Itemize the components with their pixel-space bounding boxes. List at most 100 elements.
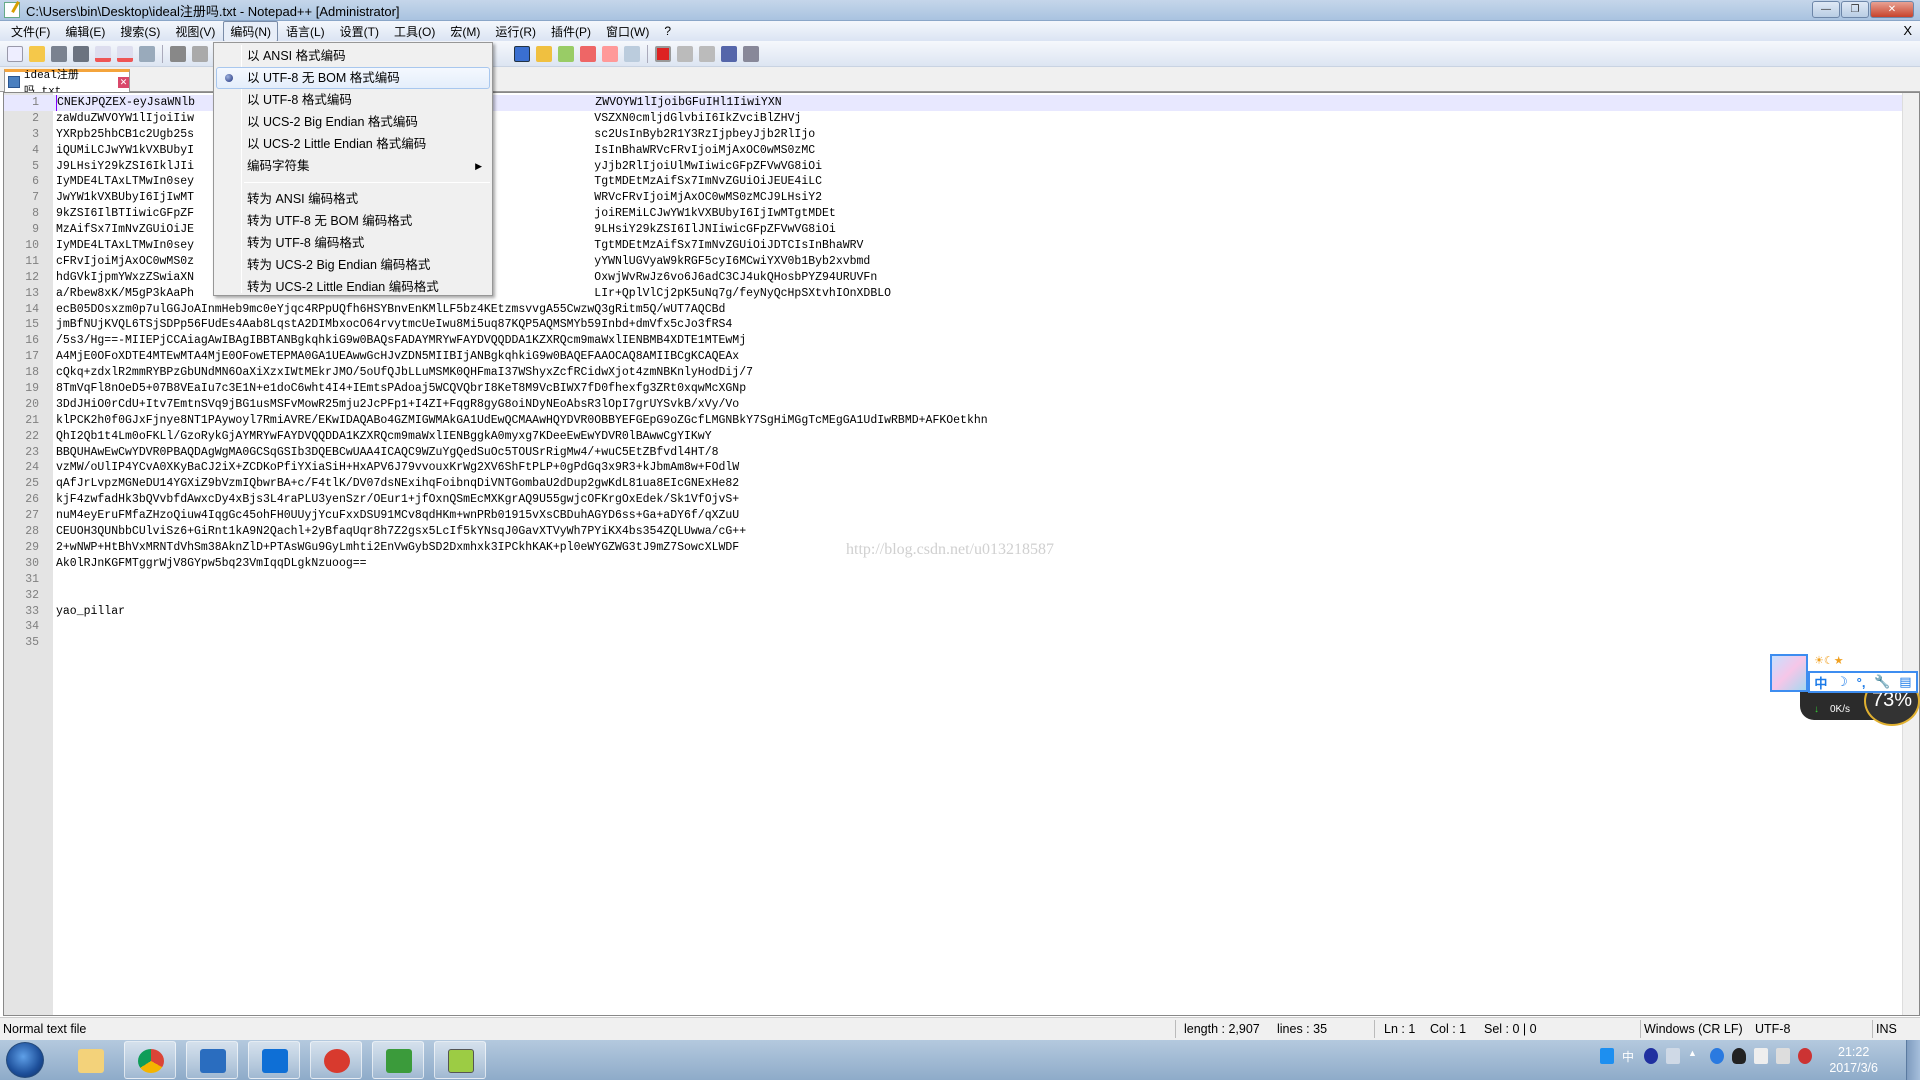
ime-settings-icon[interactable]: 🔧	[1874, 674, 1890, 690]
menu-run[interactable]: 运行(R)	[488, 21, 543, 42]
tab-close-icon[interactable]: ✕	[118, 76, 129, 88]
menu-item-convert-ucs2-le[interactable]: 转为 UCS-2 Little Endian 编码格式	[214, 276, 492, 298]
new-file-icon[interactable]	[7, 45, 23, 62]
function-list-icon[interactable]	[602, 45, 618, 62]
editor-line[interactable]: 26 kjF4zwfadHk3bQVvbfdAwxcDy4xBjs3L4raPLU…	[4, 492, 1919, 508]
editor-line[interactable]: 32	[4, 588, 1919, 604]
menu-file[interactable]: 文件(F)	[4, 21, 57, 42]
editor-line[interactable]: 22 QhI2Qb1t4Lm0oFKLl/GzoRykGjAYMRYwFAYDVQ…	[4, 429, 1919, 445]
close-all-icon[interactable]	[117, 45, 133, 62]
ime-toolbox-icon[interactable]: ▤	[1899, 674, 1911, 690]
editor-line[interactable]: 28 CEUOH3QUNbbCUlviSz6+GiRnt1kA9N2Qachl+2…	[4, 524, 1919, 540]
editor-line[interactable]: 23 BBQUHAwEwCwYDVR0PBAQDAgWgMA0GCSqGSIb3D…	[4, 445, 1919, 461]
taskbar-xshell[interactable]	[310, 1041, 362, 1079]
ime-tray-icon[interactable]: 中	[1622, 1048, 1636, 1064]
start-button[interactable]	[6, 1042, 44, 1078]
eol-format[interactable]: Windows (CR LF)	[1644, 1022, 1743, 1036]
ime-punctuation-icon[interactable]: °,	[1857, 675, 1866, 690]
menu-item-encode-ucs2-le[interactable]: 以 UCS-2 Little Endian 格式编码	[214, 133, 492, 155]
menu-item-convert-utf8-no-bom[interactable]: 转为 UTF-8 无 BOM 编码格式	[214, 210, 492, 232]
editor-line[interactable]: 15 jmBfNUjKVQL6TSjSDPp56FUdEs4Aab8LqstA2D…	[4, 317, 1919, 333]
editor-line[interactable]: 14 ecB05DOsxzm0p7ulGGJoAInmHeb9mc0eYjqc4R…	[4, 302, 1919, 318]
word-wrap-icon[interactable]	[514, 45, 530, 62]
close-document-button[interactable]: X	[1903, 23, 1912, 38]
cut-icon[interactable]	[170, 45, 186, 62]
menu-search[interactable]: 搜索(S)	[113, 21, 167, 42]
menu-item-encode-ucs2-be[interactable]: 以 UCS-2 Big Endian 格式编码	[214, 111, 492, 133]
help-tray-icon[interactable]	[1644, 1048, 1658, 1064]
menu-item-convert-ansi[interactable]: 转为 ANSI 编码格式	[214, 188, 492, 210]
menu-language[interactable]: 语言(L)	[279, 21, 332, 42]
qq-tray-icon[interactable]	[1732, 1048, 1746, 1064]
security-tray-icon[interactable]	[1710, 1048, 1724, 1064]
editor-line[interactable]: 20 3DdJHiO0rCdU+Itv7EmtnSVq9jBG1usMSFvMow…	[4, 397, 1919, 413]
menu-plugins[interactable]: 插件(P)	[544, 21, 598, 42]
taskbar-xftp[interactable]	[372, 1041, 424, 1079]
editor-line[interactable]: 16/5s3/Hg==-MIIEPjCCAiagAwIBAgIBBTANBgkq…	[4, 333, 1919, 349]
ime-chinese-toggle[interactable]: 中	[1814, 673, 1827, 692]
stop-macro-icon[interactable]	[677, 45, 693, 62]
monitoring-icon[interactable]	[624, 45, 640, 62]
editor-line[interactable]: 21 klPCK2h0f0GJxFjnye8NT1PAywoyl7RmiAVRE/…	[4, 413, 1919, 429]
action-center-flag-icon[interactable]	[1754, 1048, 1768, 1064]
system-clock[interactable]: 21:22 2017/3/6	[1829, 1044, 1878, 1076]
editor-line[interactable]: 34	[4, 619, 1919, 635]
taskbar-explorer[interactable]	[64, 1041, 116, 1079]
doc-map-icon[interactable]	[580, 45, 596, 62]
save-icon[interactable]	[51, 45, 67, 62]
print-icon[interactable]	[139, 45, 155, 62]
menu-encoding[interactable]: 编码(N)	[223, 20, 278, 42]
maximize-button[interactable]: ❐	[1841, 1, 1869, 18]
editor-line[interactable]: 27 nuM4eyEruFMfaZHzoQiuw4IqgGc45ohFH0UUyj…	[4, 508, 1919, 524]
menu-item-convert-utf8[interactable]: 转为 UTF-8 编码格式	[214, 232, 492, 254]
editor-line[interactable]: 19 8TmVqFl8nOeD5+07B8VEaIu7c3E1N+e1doC6wh…	[4, 381, 1919, 397]
qq-browser-tray-icon[interactable]	[1600, 1048, 1614, 1064]
taskbar-notepad-plus-plus[interactable]	[434, 1041, 486, 1079]
editor-line[interactable]: 25 qAfJrLvpzMGNeDU14YGXiZ9bVzmIQbwrBA+c/F…	[4, 476, 1919, 492]
menu-view[interactable]: 视图(V)	[168, 21, 222, 42]
save-macro-icon[interactable]	[743, 45, 759, 62]
editor-line[interactable]: 17 A4MjE0OFoXDTE4MTEwMTA4MjE0OFowETEPMA0G…	[4, 349, 1919, 365]
record-macro-icon[interactable]	[655, 45, 671, 62]
play-macro-icon[interactable]	[699, 45, 715, 62]
menu-edit[interactable]: 编辑(E)	[58, 21, 112, 42]
menu-item-character-sets[interactable]: 编码字符集 ▶	[214, 155, 492, 177]
copy-icon[interactable]	[192, 45, 208, 62]
menu-help[interactable]: ?	[657, 22, 678, 40]
minimize-button[interactable]: —	[1812, 1, 1840, 18]
menu-item-convert-ucs2-be[interactable]: 转为 UCS-2 Big Endian 编码格式	[214, 254, 492, 276]
taskbar-intellij[interactable]	[186, 1041, 238, 1079]
menu-item-encode-ansi[interactable]: 以 ANSI 格式编码	[214, 45, 492, 67]
taskbar-chrome[interactable]	[124, 1041, 176, 1079]
editor-line[interactable]: 31	[4, 572, 1919, 588]
vertical-scrollbar[interactable]	[1902, 93, 1919, 1015]
editor-line[interactable]: 33 yao_pillar	[4, 604, 1919, 620]
menu-settings[interactable]: 设置(T)	[333, 21, 386, 42]
editor-line[interactable]: 24 vzMW/oUlIP4YCvA0XKyBaCJ2iX+ZCDKoPfiYXi…	[4, 460, 1919, 476]
show-hidden-icons[interactable]: ▲	[1688, 1048, 1702, 1064]
run-macro-multiple-icon[interactable]	[721, 45, 737, 62]
menu-item-encode-utf8[interactable]: 以 UTF-8 格式编码	[214, 89, 492, 111]
network-tray-icon[interactable]	[1776, 1048, 1790, 1064]
menu-window[interactable]: 窗口(W)	[599, 21, 656, 42]
editor-line[interactable]: 35	[4, 635, 1919, 651]
taskbar-teamviewer[interactable]	[248, 1041, 300, 1079]
close-file-icon[interactable]	[95, 45, 111, 62]
save-all-icon[interactable]	[73, 45, 89, 62]
show-all-chars-icon[interactable]	[536, 45, 552, 62]
network-widget-tray-icon[interactable]	[1666, 1048, 1680, 1064]
open-file-icon[interactable]	[29, 45, 45, 62]
volume-muted-icon[interactable]	[1798, 1048, 1812, 1064]
ime-avatar[interactable]	[1770, 654, 1808, 692]
ime-halfwidth-icon[interactable]: ☽	[1836, 674, 1848, 690]
menu-item-encode-utf8-no-bom[interactable]: 以 UTF-8 无 BOM 格式编码	[216, 67, 490, 89]
menu-tools[interactable]: 工具(O)	[387, 21, 442, 42]
encoding-indicator[interactable]: UTF-8	[1755, 1022, 1790, 1036]
insert-mode[interactable]: INS	[1876, 1022, 1897, 1036]
close-button[interactable]: ✕	[1870, 1, 1914, 18]
indent-guide-icon[interactable]	[558, 45, 574, 62]
menu-macro[interactable]: 宏(M)	[443, 21, 487, 42]
tab-ideal-txt[interactable]: ideal注册吗.txt ✕	[4, 69, 130, 98]
editor-line[interactable]: 18 cQkq+zdxlR2mmRYBPzGbUNdMN6OaXiXzxIWtME…	[4, 365, 1919, 381]
show-desktop-button[interactable]	[1906, 1040, 1920, 1080]
